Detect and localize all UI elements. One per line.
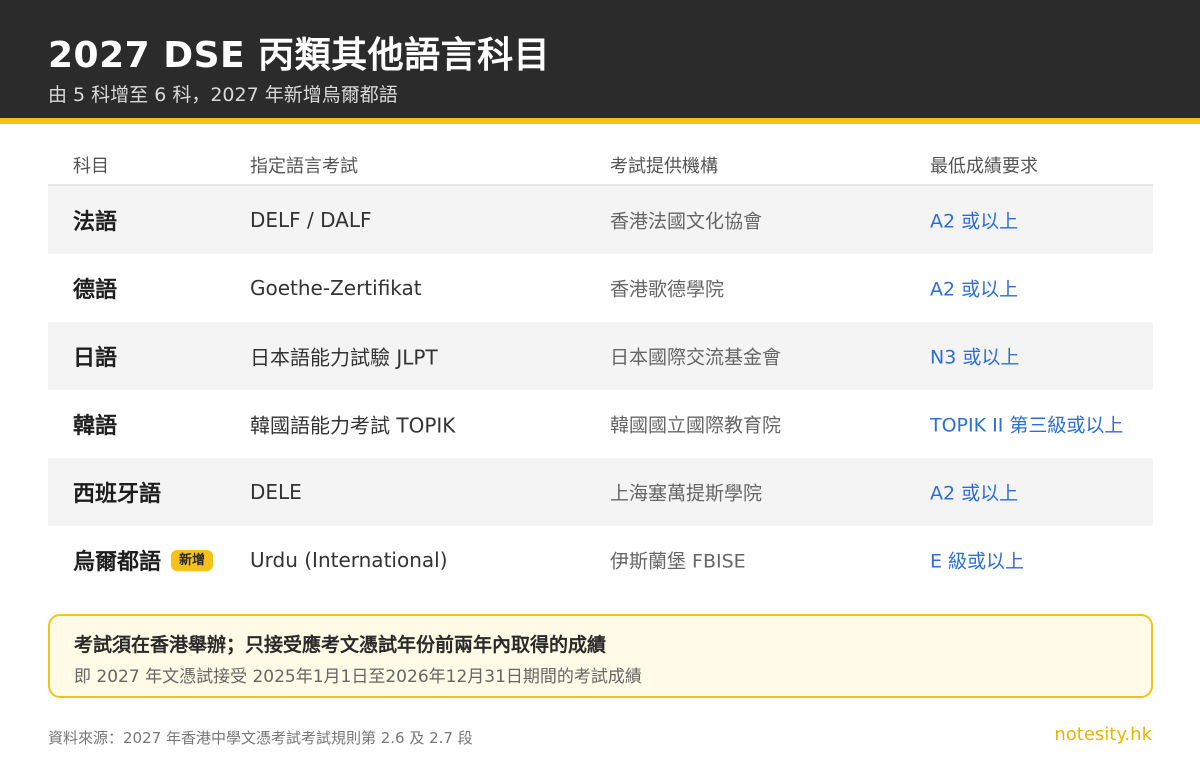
- table-row: 法語 DELF / DALF 香港法國文化協會 A2 或以上: [48, 186, 1153, 254]
- column-header-exam: 指定語言考試: [250, 156, 358, 177]
- note-body: 即 2027 年文憑試接受 2025年1月1日至2026年12月31日期間的考試…: [74, 667, 642, 687]
- table-row: 韓語 韓國語能力考試 TOPIK 韓國國立國際教育院 TOPIK II 第三級或以上: [48, 390, 1153, 458]
- requirement-cell: TOPIK II 第三級或以上: [930, 414, 1124, 437]
- requirement-cell: A2 或以上: [930, 482, 1019, 505]
- subject-cell: 西班牙語: [73, 476, 161, 508]
- new-badge: 新增: [171, 549, 214, 571]
- requirement-cell: A2 或以上: [930, 210, 1019, 233]
- header: 2027 DSE 丙類其他語言科目 由 5 科增至 6 科，2027 年新增烏爾…: [0, 0, 1200, 118]
- subject-name: 韓語: [73, 414, 118, 439]
- subject-name: 烏爾都語: [73, 550, 162, 575]
- subject-cell: 烏爾都語 新增: [73, 544, 214, 576]
- provider-cell: 香港法國文化協會: [610, 210, 763, 233]
- table-row: 德語 Goethe-Zertifikat 香港歌德學院 A2 或以上: [48, 254, 1153, 322]
- column-header-provider: 考試提供機構: [610, 156, 718, 177]
- subjects-table: 科目 指定語言考試 考試提供機構 最低成績要求 法語 DELF / DALF 香港法…: [48, 140, 1153, 594]
- exam-cell: DELE: [250, 480, 302, 504]
- subject-cell: 法語: [73, 204, 117, 236]
- provider-cell: 日本國際交流基金會: [610, 346, 782, 369]
- provider-cell: 上海塞萬提斯學院: [610, 482, 763, 505]
- source-citation: 資料來源：2027 年香港中學文憑考試考試規則第 2.6 及 2.7 段: [48, 729, 473, 747]
- subject-cell: 韓語: [73, 408, 117, 440]
- provider-cell: 香港歌德學院: [610, 278, 725, 301]
- brand-link[interactable]: notesity.hk: [1054, 724, 1152, 745]
- requirement-cell: A2 或以上: [930, 278, 1019, 301]
- exam-cell: 日本語能力試驗 JLPT: [250, 345, 438, 370]
- note-title: 考試須在香港舉辦；只接受應考文憑試年份前兩年內取得的成績: [74, 634, 607, 656]
- table-body: 法語 DELF / DALF 香港法國文化協會 A2 或以上 德語 Goethe-Zert…: [48, 186, 1153, 594]
- provider-cell: 韓國國立國際教育院: [610, 414, 782, 437]
- table-row: 烏爾都語 新增 Urdu (International) 伊斯蘭堡 FBISE E 級或…: [48, 526, 1153, 594]
- subject-name: 西班牙語: [73, 482, 162, 507]
- requirement-cell: E 級或以上: [930, 550, 1025, 573]
- column-header-subject: 科目: [73, 156, 109, 177]
- exam-cell: Goethe-Zertifikat: [250, 276, 422, 300]
- page-subtitle: 由 5 科增至 6 科，2027 年新增烏爾都語: [48, 84, 398, 106]
- table-header: 科目 指定語言考試 考試提供機構 最低成績要求: [48, 140, 1153, 186]
- provider-cell: 伊斯蘭堡 FBISE: [610, 550, 746, 573]
- requirement-cell: N3 或以上: [930, 346, 1020, 369]
- exam-cell: DELF / DALF: [250, 208, 372, 232]
- subject-cell: 日語: [73, 340, 117, 372]
- column-header-requirement: 最低成績要求: [930, 156, 1038, 177]
- subject-name: 日語: [73, 346, 118, 371]
- accent-bar: [0, 118, 1200, 124]
- table-row: 日語 日本語能力試驗 JLPT 日本國際交流基金會 N3 或以上: [48, 322, 1153, 390]
- exam-cell: Urdu (International): [250, 548, 448, 572]
- subject-name: 德語: [73, 278, 118, 303]
- page-title: 2027 DSE 丙類其他語言科目: [48, 35, 551, 76]
- eligibility-note: 考試須在香港舉辦；只接受應考文憑試年份前兩年內取得的成績 即 2027 年文憑試…: [48, 614, 1153, 698]
- table-row: 西班牙語 DELE 上海塞萬提斯學院 A2 或以上: [48, 458, 1153, 526]
- exam-cell: 韓國語能力考試 TOPIK: [250, 413, 456, 438]
- subject-cell: 德語: [73, 272, 117, 304]
- subject-name: 法語: [73, 210, 118, 235]
